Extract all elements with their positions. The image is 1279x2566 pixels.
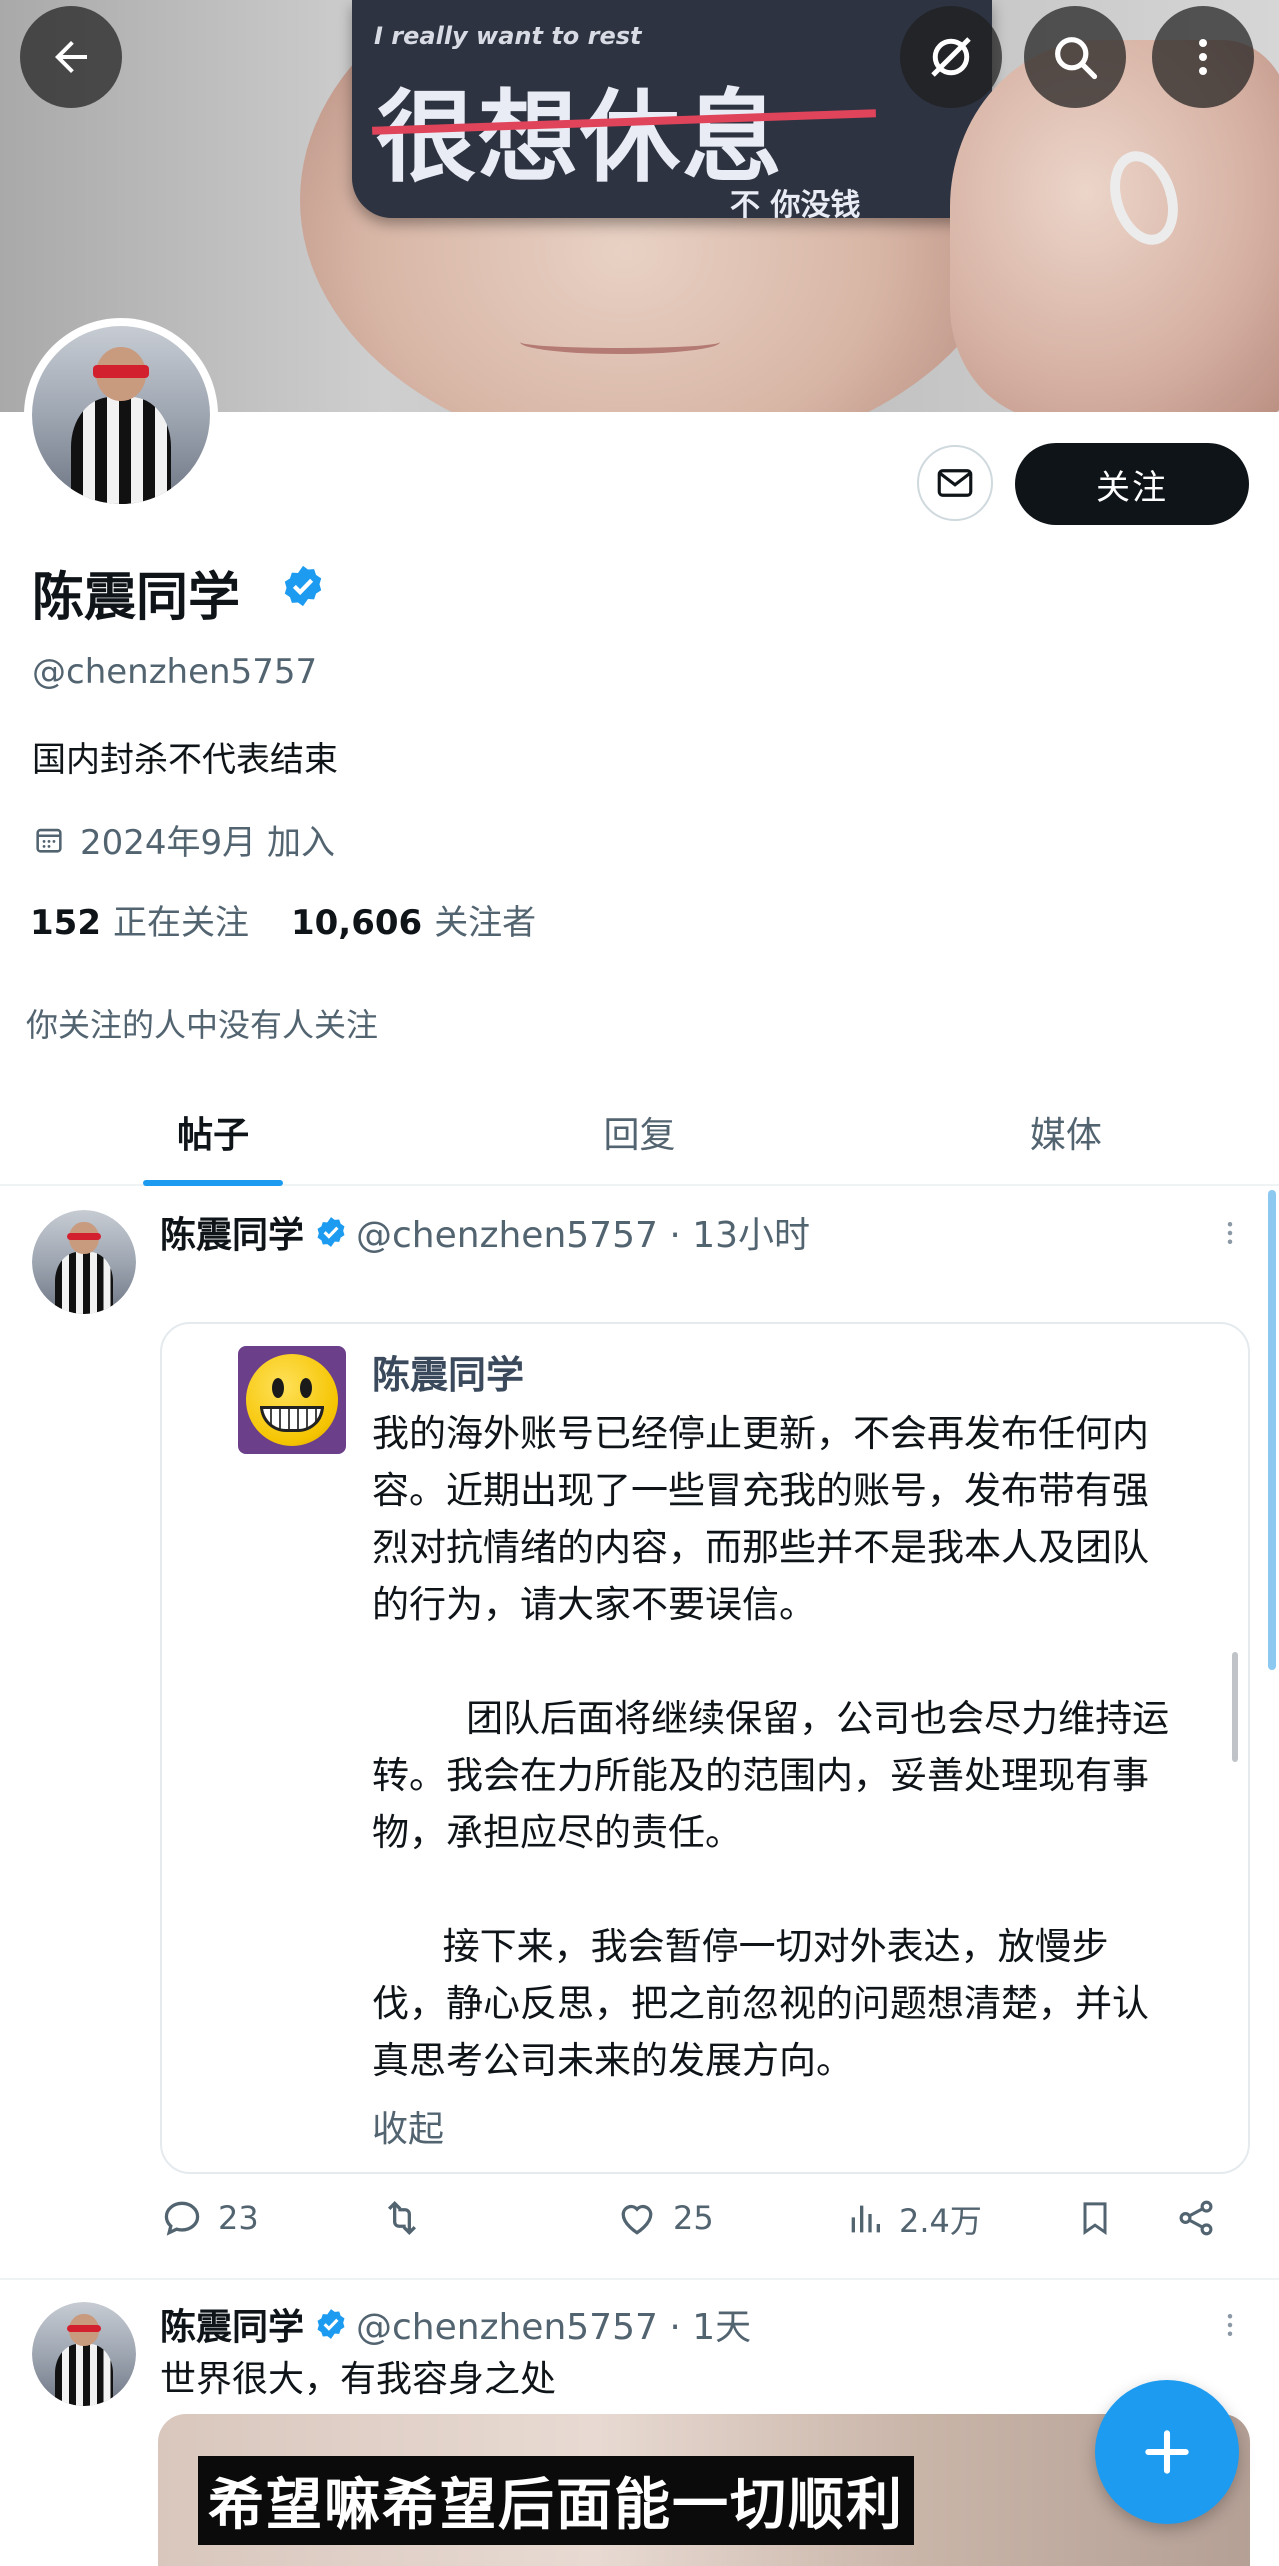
profile-name: 陈震同学 [32,568,241,628]
post-author-name[interactable]: 陈震同学 [160,2298,304,2350]
search-button[interactable] [1024,6,1126,108]
verified-badge-icon [317,1217,345,1247]
post-meta: @chenzhen5757 · 1天 [356,2307,752,2348]
quote-scroll-thumb[interactable] [1232,1652,1238,1762]
grok-icon [931,37,971,77]
banner-caption-en: I really want to rest [374,22,642,50]
following-link[interactable]: 152 正在关注 [30,895,249,944]
post-avatar[interactable] [32,2302,136,2406]
post-more-button[interactable] [1210,2305,1250,2345]
post-more-button[interactable] [1210,1213,1250,1253]
more-vertical-icon [1199,39,1207,75]
analytics-icon [851,2205,880,2233]
repost-button[interactable] [378,2196,426,2240]
more-options-button[interactable] [1152,6,1254,108]
smiley-icon [246,1354,338,1446]
joined-text: 2024年9月 加入 [80,823,335,863]
post-meta: @chenzhen5757 · 13小时 [356,1215,811,1256]
repost-icon [387,2200,417,2236]
arrow-left-icon [55,41,87,73]
post-author-name[interactable]: 陈震同学 [160,1206,304,1258]
post-header: 陈震同学 @chenzhen5757 · 13小时 [160,1206,810,1258]
post-avatar[interactable] [32,1210,136,1314]
reply-count: 23 [218,2199,259,2237]
like-button[interactable]: 25 [615,2196,714,2240]
known-followers-text: 你关注的人中没有人关注 [26,1006,379,1044]
bookmark-button[interactable] [1075,2196,1115,2240]
grok-button[interactable] [900,6,1002,108]
collapse-link[interactable]: 收起 [372,2100,444,2152]
share-icon [1179,2200,1213,2236]
profile-tabs: 帖子 回复 媒体 [0,1080,1279,1186]
more-vertical-icon [1227,2314,1233,2336]
verified-badge-icon [317,2309,345,2339]
like-count: 25 [673,2199,714,2237]
banner-mouth [520,330,720,354]
quoted-post-author: 陈震同学 [372,1353,525,1397]
back-button[interactable] [20,6,122,108]
share-button[interactable] [1175,2196,1217,2240]
following-label: 正在关注 [112,903,249,943]
tab-media[interactable]: 媒体 [853,1080,1279,1184]
follow-button[interactable]: 关注 [1015,443,1249,525]
video-subtitle: 希望嘛希望后面能一切顺利 [198,2456,914,2545]
tab-posts[interactable]: 帖子 [0,1080,426,1184]
post-video[interactable]: 希望嘛希望后面能一切顺利 [158,2414,1250,2566]
post-actions: 23 25 2.4万 [160,2196,1240,2256]
profile-bio: 国内封杀不代表结束 [32,740,338,780]
heart-icon [621,2204,653,2235]
compose-post-button[interactable] [1095,2380,1239,2524]
followers-count: 10,606 [290,903,423,943]
post-divider [0,2278,1279,2280]
quoted-post-text: 我的海外账号已经停止更新，不会再发布任何内容。近期出现了一些冒充我的账号，发布带… [372,1412,1170,2082]
search-icon [1055,37,1098,80]
calendar-icon [36,828,62,853]
view-count: 2.4万 [899,2202,982,2240]
page-scrollbar[interactable] [1268,1190,1276,1670]
message-button[interactable] [917,445,993,521]
quoted-post-avatar [238,1346,346,1454]
bookmark-icon [1083,2202,1107,2236]
plus-icon [1145,2430,1189,2474]
views-button[interactable]: 2.4万 [845,2196,982,2242]
followers-label: 关注者 [434,903,537,943]
following-count: 152 [30,903,101,943]
tab-replies[interactable]: 回复 [426,1080,852,1184]
profile-handle: @chenzhen5757 [32,652,318,692]
avatar-image [32,326,210,504]
joined-date: 2024年9月 加入 [32,815,335,864]
post-text: 世界很大，有我容身之处 [160,2359,557,2400]
banner-caption-sub: 不 你没钱 [730,188,861,223]
post-header: 陈震同学 @chenzhen5757 · 1天 [160,2298,751,2350]
profile-avatar[interactable] [24,318,218,512]
reply-button[interactable]: 23 [160,2196,259,2240]
follow-stats: 152 正在关注 10,606 关注者 [30,895,536,944]
more-vertical-icon [1227,1222,1233,1244]
followers-link[interactable]: 10,606 关注者 [291,895,536,944]
reply-icon [164,2201,200,2236]
mail-icon [937,469,973,497]
verified-badge-icon [280,563,326,613]
